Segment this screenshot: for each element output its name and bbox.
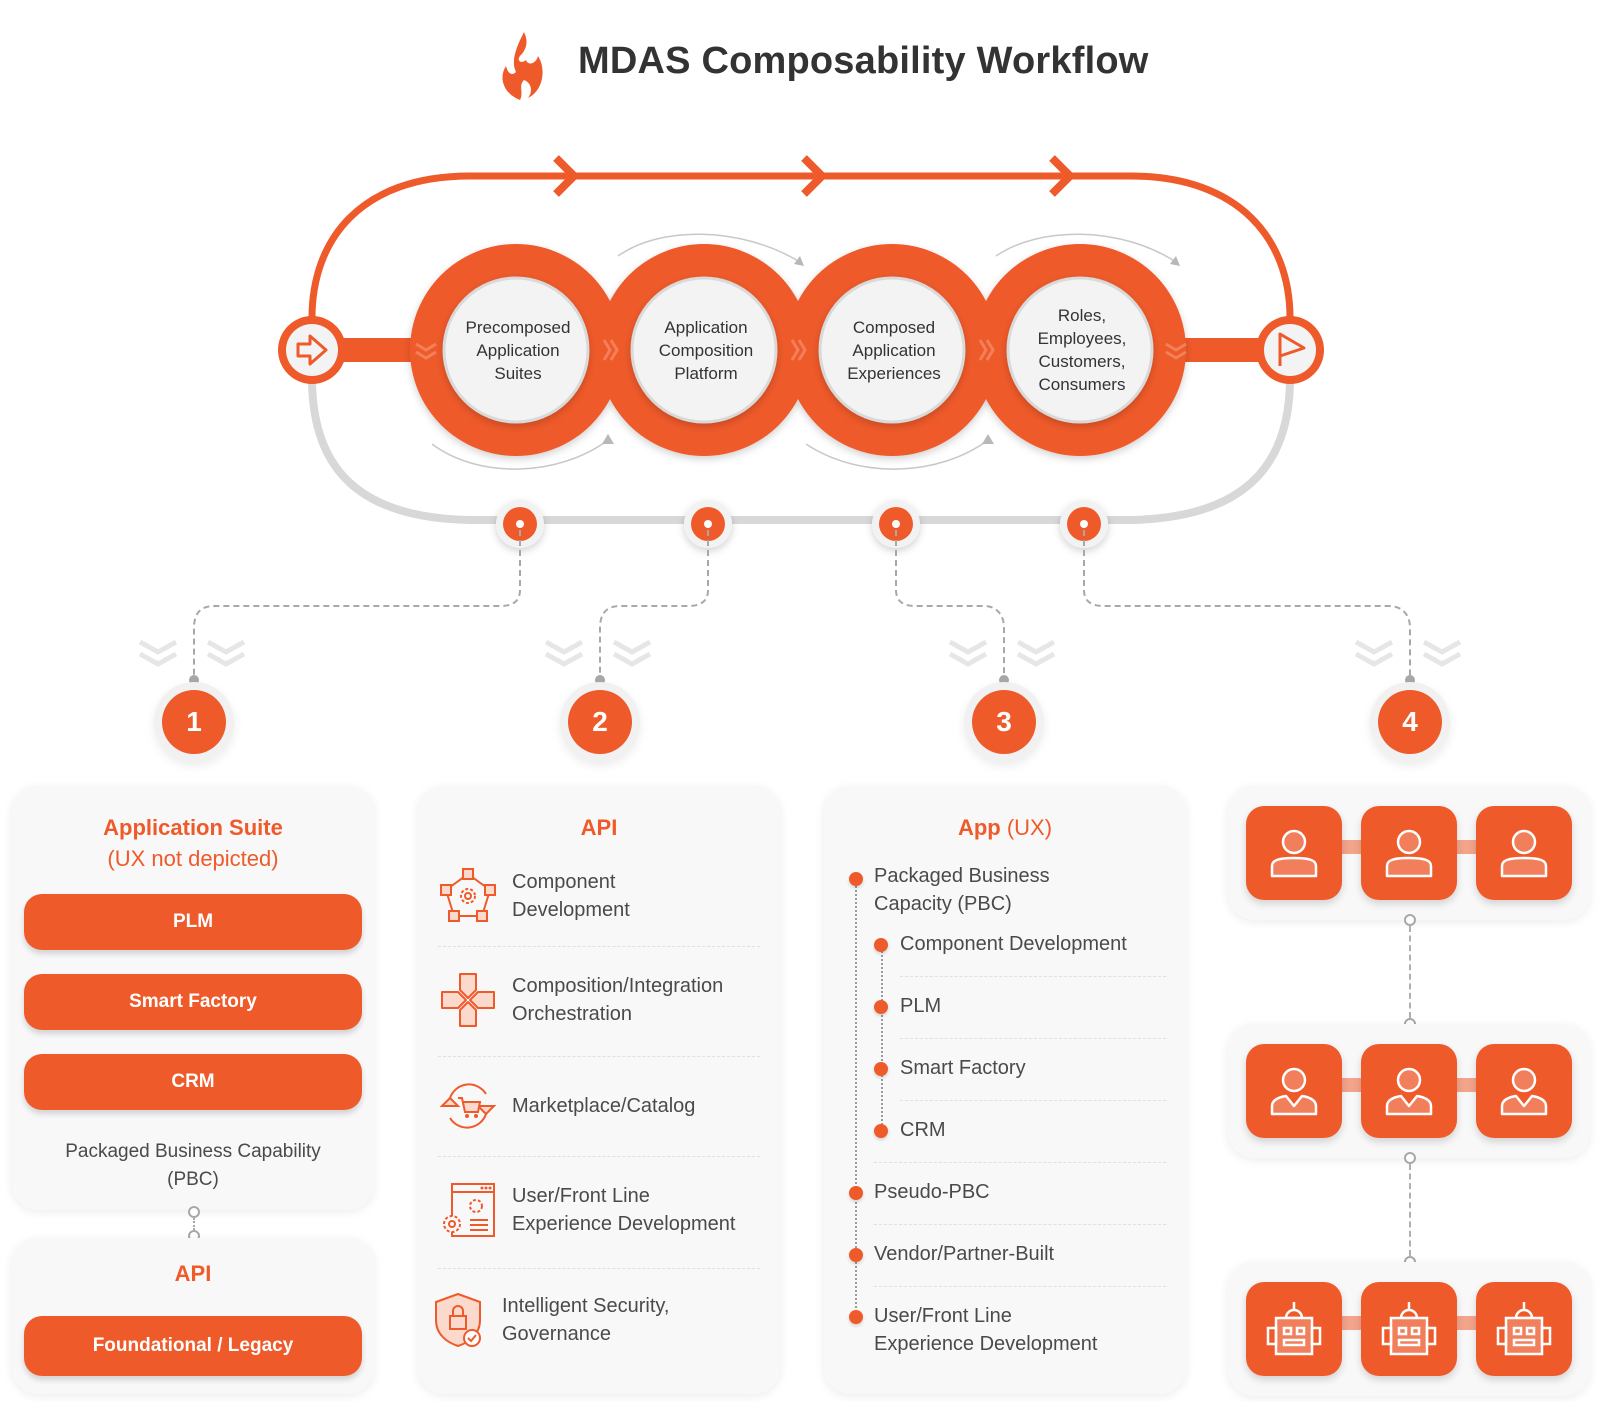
list-item: Marketplace/Catalog xyxy=(438,1076,760,1136)
start-node xyxy=(278,316,346,384)
employee-icon xyxy=(1361,1044,1457,1138)
workflow-diagram xyxy=(138,155,1462,685)
persona-row-employees xyxy=(1228,1024,1590,1158)
card-title: API xyxy=(580,815,618,840)
pill-crm: CRM xyxy=(24,1054,362,1110)
connector-node xyxy=(1404,914,1416,926)
list-item: Component Development xyxy=(900,933,1127,955)
application-suite-card: Application Suite (UX not depicted) PLM … xyxy=(12,786,374,1210)
list-item: Smart Factory xyxy=(900,1057,1026,1079)
divider xyxy=(438,1268,760,1269)
stage-label-4: Roles, Employees, Customers, Consumers xyxy=(1037,306,1127,394)
persona-row-bots xyxy=(1228,1262,1590,1396)
connector-node xyxy=(1404,1152,1416,1164)
pill-plm: PLM xyxy=(24,894,362,950)
stage-label-1: Precomposed Application Suites xyxy=(465,317,571,383)
card-title: Application Suite (UX not depicted) xyxy=(103,815,283,871)
list-item: CRM xyxy=(900,1119,946,1141)
card-title: App (UX) xyxy=(957,815,1053,840)
step-badge-1: 1 xyxy=(162,690,226,754)
list-item: User/Front Line Experience Development xyxy=(874,1305,1098,1355)
connector-node xyxy=(188,1206,200,1218)
api-card: API Component Development Composition/Int… xyxy=(418,786,780,1394)
pin-nodes xyxy=(496,500,1108,548)
stage-label-3: Composed Application Experiences xyxy=(847,317,941,383)
pill-foundational-legacy: Foundational / Legacy xyxy=(24,1316,362,1376)
list-item: Intelligent Security, Governance xyxy=(428,1290,760,1350)
person-icon xyxy=(1476,806,1572,900)
app-ux-card: App (UX) Packaged Business Capacity (PBC)… xyxy=(824,786,1186,1394)
persona-row-users xyxy=(1228,786,1590,920)
pbc-caption: Packaged Business Capability (PBC) xyxy=(65,1141,321,1190)
pill-smart-factory: Smart Factory xyxy=(24,974,362,1030)
tree-line xyxy=(881,944,883,1128)
foundational-api-card: API Foundational / Legacy xyxy=(12,1238,374,1394)
browser-gear-icon xyxy=(443,1183,495,1237)
list-item: PLM xyxy=(900,995,942,1017)
card-title: API xyxy=(174,1261,212,1286)
list-item: Composition/Integration Orchestration xyxy=(438,970,760,1030)
person-icon xyxy=(1361,806,1457,900)
step-badge-2: 2 xyxy=(568,690,632,754)
end-node xyxy=(1256,316,1324,384)
list-item: Packaged Business Capacity (PBC) xyxy=(874,865,1050,915)
divider xyxy=(438,1056,760,1057)
list-item: Vendor/Partner-Built xyxy=(874,1243,1055,1265)
robot-icon xyxy=(1476,1282,1572,1376)
component-gear-icon xyxy=(440,868,496,922)
divider xyxy=(438,1156,760,1157)
stage-label-2: Application Composition Platform xyxy=(658,317,754,383)
step-badge-4: 4 xyxy=(1378,690,1442,754)
employee-icon xyxy=(1246,1044,1342,1138)
cart-cycle-icon xyxy=(439,1083,497,1129)
person-icon xyxy=(1246,806,1342,900)
robot-icon xyxy=(1246,1282,1342,1376)
list-item: User/Front Line Experience Development xyxy=(438,1180,760,1240)
orchestration-cross-icon xyxy=(441,973,495,1027)
list-item: Component Development xyxy=(438,866,760,926)
robot-icon xyxy=(1361,1282,1457,1376)
employee-icon xyxy=(1476,1044,1572,1138)
list-item: Pseudo-PBC xyxy=(874,1181,990,1203)
shield-lock-icon xyxy=(435,1292,481,1348)
divider xyxy=(438,946,760,947)
step-badge-3: 3 xyxy=(972,690,1036,754)
